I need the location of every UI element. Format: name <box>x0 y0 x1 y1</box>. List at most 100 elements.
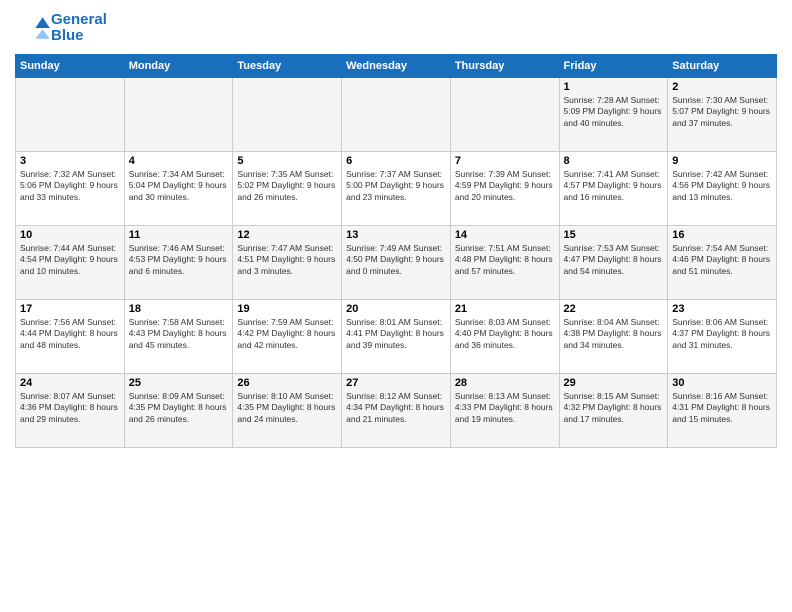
day-number: 1 <box>564 81 664 93</box>
weekday-header: Friday <box>559 55 668 78</box>
calendar-cell: 12 Sunrise: 7:47 AM Sunset: 4:51 PM Dayli… <box>233 226 342 300</box>
calendar-week: 24 Sunrise: 8:07 AM Sunset: 4:36 PM Dayli… <box>16 374 777 448</box>
calendar-cell: 16 Sunrise: 7:54 AM Sunset: 4:46 PM Dayli… <box>668 226 777 300</box>
day-number: 29 <box>564 377 664 389</box>
day-info: Sunrise: 7:35 AM Sunset: 5:02 PM Dayligh… <box>237 169 337 203</box>
calendar-cell: 24 Sunrise: 8:07 AM Sunset: 4:36 PM Dayli… <box>16 374 125 448</box>
calendar-cell: 14 Sunrise: 7:51 AM Sunset: 4:48 PM Dayli… <box>450 226 559 300</box>
day-info: Sunrise: 7:37 AM Sunset: 5:00 PM Dayligh… <box>346 169 446 203</box>
day-number: 24 <box>20 377 120 389</box>
day-info: Sunrise: 8:03 AM Sunset: 4:40 PM Dayligh… <box>455 317 555 351</box>
calendar-cell: 1 Sunrise: 7:28 AM Sunset: 5:09 PM Daylig… <box>559 78 668 152</box>
day-number: 30 <box>672 377 772 389</box>
day-number: 21 <box>455 303 555 315</box>
day-number: 27 <box>346 377 446 389</box>
weekday-header: Sunday <box>16 55 125 78</box>
day-info: Sunrise: 7:34 AM Sunset: 5:04 PM Dayligh… <box>129 169 229 203</box>
day-info: Sunrise: 8:07 AM Sunset: 4:36 PM Dayligh… <box>20 391 120 425</box>
calendar-cell: 20 Sunrise: 8:01 AM Sunset: 4:41 PM Dayli… <box>342 300 451 374</box>
day-info: Sunrise: 7:28 AM Sunset: 5:09 PM Dayligh… <box>564 95 664 129</box>
day-number: 14 <box>455 229 555 241</box>
day-info: Sunrise: 7:47 AM Sunset: 4:51 PM Dayligh… <box>237 243 337 277</box>
calendar-cell: 17 Sunrise: 7:56 AM Sunset: 4:44 PM Dayli… <box>16 300 125 374</box>
day-info: Sunrise: 8:06 AM Sunset: 4:37 PM Dayligh… <box>672 317 772 351</box>
day-info: Sunrise: 8:16 AM Sunset: 4:31 PM Dayligh… <box>672 391 772 425</box>
day-number: 3 <box>20 155 120 167</box>
day-info: Sunrise: 8:01 AM Sunset: 4:41 PM Dayligh… <box>346 317 446 351</box>
calendar-cell: 26 Sunrise: 8:10 AM Sunset: 4:35 PM Dayli… <box>233 374 342 448</box>
calendar-cell: 30 Sunrise: 8:16 AM Sunset: 4:31 PM Dayli… <box>668 374 777 448</box>
calendar-week: 3 Sunrise: 7:32 AM Sunset: 5:06 PM Daylig… <box>16 152 777 226</box>
calendar-cell: 8Sunrise: 7:41 AM Sunset: 4:57 PM Daylig… <box>559 152 668 226</box>
calendar-cell: 28Sunrise: 8:13 AM Sunset: 4:33 PM Dayli… <box>450 374 559 448</box>
day-number: 5 <box>237 155 337 167</box>
header: General Blue <box>15 10 777 46</box>
calendar-cell: 13 Sunrise: 7:49 AM Sunset: 4:50 PM Dayli… <box>342 226 451 300</box>
calendar-cell: 6 Sunrise: 7:37 AM Sunset: 5:00 PM Daylig… <box>342 152 451 226</box>
day-info: Sunrise: 7:51 AM Sunset: 4:48 PM Dayligh… <box>455 243 555 277</box>
day-info: Sunrise: 7:53 AM Sunset: 4:47 PM Dayligh… <box>564 243 664 277</box>
day-number: 17 <box>20 303 120 315</box>
calendar-cell: 29Sunrise: 8:15 AM Sunset: 4:32 PM Dayli… <box>559 374 668 448</box>
day-number: 20 <box>346 303 446 315</box>
day-number: 10 <box>20 229 120 241</box>
day-info: Sunrise: 8:04 AM Sunset: 4:38 PM Dayligh… <box>564 317 664 351</box>
day-number: 2 <box>672 81 772 93</box>
day-number: 9 <box>672 155 772 167</box>
calendar-cell: 7Sunrise: 7:39 AM Sunset: 4:59 PM Daylig… <box>450 152 559 226</box>
day-number: 18 <box>129 303 229 315</box>
day-info: Sunrise: 7:42 AM Sunset: 4:56 PM Dayligh… <box>672 169 772 203</box>
day-info: Sunrise: 8:10 AM Sunset: 4:35 PM Dayligh… <box>237 391 337 425</box>
weekday-header: Tuesday <box>233 55 342 78</box>
day-number: 12 <box>237 229 337 241</box>
calendar: SundayMondayTuesdayWednesdayThursdayFrid… <box>15 54 777 448</box>
day-info: Sunrise: 7:44 AM Sunset: 4:54 PM Dayligh… <box>20 243 120 277</box>
calendar-cell <box>342 78 451 152</box>
calendar-cell <box>16 78 125 152</box>
day-number: 19 <box>237 303 337 315</box>
calendar-cell: 11 Sunrise: 7:46 AM Sunset: 4:53 PM Dayli… <box>124 226 233 300</box>
day-number: 26 <box>237 377 337 389</box>
weekday-header: Monday <box>124 55 233 78</box>
day-number: 8 <box>564 155 664 167</box>
day-number: 25 <box>129 377 229 389</box>
page: General Blue SundayMondayTuesdayWednesda… <box>0 0 792 612</box>
day-number: 23 <box>672 303 772 315</box>
calendar-cell: 9 Sunrise: 7:42 AM Sunset: 4:56 PM Daylig… <box>668 152 777 226</box>
day-number: 4 <box>129 155 229 167</box>
calendar-cell: 2 Sunrise: 7:30 AM Sunset: 5:07 PM Daylig… <box>668 78 777 152</box>
calendar-cell: 25 Sunrise: 8:09 AM Sunset: 4:35 PM Dayli… <box>124 374 233 448</box>
day-number: 13 <box>346 229 446 241</box>
day-info: Sunrise: 7:30 AM Sunset: 5:07 PM Dayligh… <box>672 95 772 129</box>
calendar-week: 17 Sunrise: 7:56 AM Sunset: 4:44 PM Dayli… <box>16 300 777 374</box>
day-info: Sunrise: 7:59 AM Sunset: 4:42 PM Dayligh… <box>237 317 337 351</box>
day-number: 22 <box>564 303 664 315</box>
weekday-row: SundayMondayTuesdayWednesdayThursdayFrid… <box>16 55 777 78</box>
day-info: Sunrise: 7:39 AM Sunset: 4:59 PM Dayligh… <box>455 169 555 203</box>
calendar-cell <box>450 78 559 152</box>
calendar-week: 1 Sunrise: 7:28 AM Sunset: 5:09 PM Daylig… <box>16 78 777 152</box>
day-number: 28 <box>455 377 555 389</box>
calendar-week: 10 Sunrise: 7:44 AM Sunset: 4:54 PM Dayli… <box>16 226 777 300</box>
day-number: 15 <box>564 229 664 241</box>
logo-general: General <box>51 12 107 29</box>
day-info: Sunrise: 7:49 AM Sunset: 4:50 PM Dayligh… <box>346 243 446 277</box>
day-number: 11 <box>129 229 229 241</box>
day-info: Sunrise: 8:09 AM Sunset: 4:35 PM Dayligh… <box>129 391 229 425</box>
day-info: Sunrise: 7:32 AM Sunset: 5:06 PM Dayligh… <box>20 169 120 203</box>
day-number: 16 <box>672 229 772 241</box>
calendar-cell: 3 Sunrise: 7:32 AM Sunset: 5:06 PM Daylig… <box>16 152 125 226</box>
day-info: Sunrise: 7:54 AM Sunset: 4:46 PM Dayligh… <box>672 243 772 277</box>
weekday-header: Thursday <box>450 55 559 78</box>
calendar-cell: 27 Sunrise: 8:12 AM Sunset: 4:34 PM Dayli… <box>342 374 451 448</box>
day-info: Sunrise: 8:12 AM Sunset: 4:34 PM Dayligh… <box>346 391 446 425</box>
day-info: Sunrise: 7:56 AM Sunset: 4:44 PM Dayligh… <box>20 317 120 351</box>
calendar-cell <box>124 78 233 152</box>
calendar-cell: 10 Sunrise: 7:44 AM Sunset: 4:54 PM Dayli… <box>16 226 125 300</box>
logo: General Blue <box>15 10 107 46</box>
day-info: Sunrise: 7:58 AM Sunset: 4:43 PM Dayligh… <box>129 317 229 351</box>
calendar-cell: 18 Sunrise: 7:58 AM Sunset: 4:43 PM Dayli… <box>124 300 233 374</box>
day-number: 6 <box>346 155 446 167</box>
calendar-cell: 23 Sunrise: 8:06 AM Sunset: 4:37 PM Dayli… <box>668 300 777 374</box>
day-info: Sunrise: 7:46 AM Sunset: 4:53 PM Dayligh… <box>129 243 229 277</box>
